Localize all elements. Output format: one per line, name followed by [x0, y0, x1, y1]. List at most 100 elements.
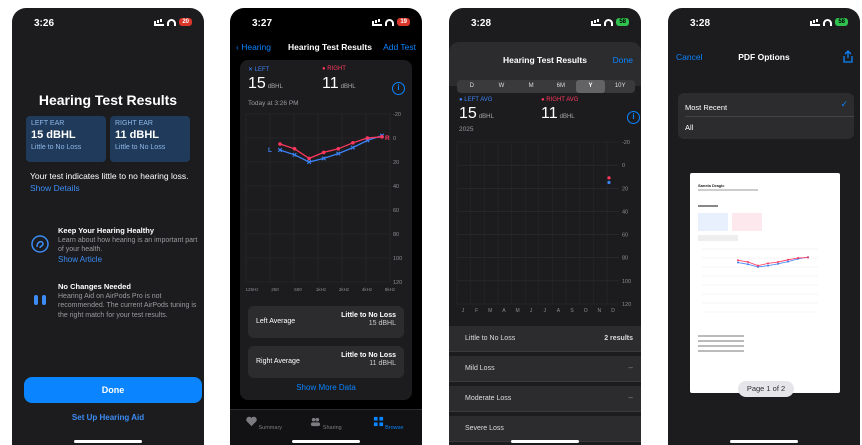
- tab-sharing-label: Sharing: [322, 425, 342, 431]
- y-tick-label: 60: [622, 233, 628, 239]
- summary-text: Your test indicates little to no hearing…: [30, 170, 190, 194]
- category-label: Moderate Loss: [465, 395, 512, 402]
- show-details-link[interactable]: Show Details: [30, 183, 80, 193]
- pdf-audiogram: [702, 248, 818, 313]
- pdf-right-point: [807, 256, 809, 259]
- y-tick-label: 120: [622, 302, 631, 308]
- home-indicator: [511, 440, 579, 443]
- signal-icon: [810, 19, 821, 26]
- range-w[interactable]: W: [487, 80, 517, 93]
- tab-browse[interactable]: Browse: [368, 416, 408, 431]
- status-time: 3:27: [252, 18, 273, 29]
- no-changes-item: No Changes Needed Hearing Aid on AirPods…: [30, 282, 200, 320]
- pdf-right-point: [737, 259, 739, 262]
- nav-bar: ‹ Hearing Hearing Test Results Add Test: [230, 42, 422, 56]
- signal-icon: [372, 19, 383, 26]
- left-average-label: Left Average: [256, 318, 296, 325]
- x-tick-label: 250: [271, 287, 279, 292]
- right-avg-tag: RIGHT AVG: [546, 97, 579, 103]
- add-test-button[interactable]: Add Test: [383, 42, 416, 52]
- history-chart: -20 0 20 40 60 80 100 120 J F M A M J J A S O N D: [456, 140, 631, 314]
- right-ear-point: [292, 147, 297, 151]
- right-tag: RIGHT: [327, 66, 346, 72]
- pdf-left-point: [767, 264, 769, 267]
- right-number: 11: [322, 75, 339, 92]
- left-ear-classification: Little to No Loss: [31, 144, 82, 151]
- right-ear-point: [321, 150, 326, 155]
- right-ear-point: [336, 147, 341, 151]
- pdf-left-point: [737, 261, 739, 264]
- range-d[interactable]: D: [457, 80, 487, 93]
- range-selector: D W M 6M Y 10Y: [457, 80, 635, 93]
- pdf-date-block: [698, 235, 738, 241]
- wifi-icon: [823, 18, 833, 26]
- left-average-class: Little to No Loss: [341, 312, 396, 319]
- pdf-right-point: [747, 261, 749, 264]
- people-icon: [311, 417, 321, 427]
- x-tick-label: 4kHz: [362, 287, 373, 292]
- option-most-recent[interactable]: Most Recent: [685, 103, 727, 112]
- x-tick-label: 2kHz: [339, 287, 350, 292]
- x-tick-label: D: [611, 308, 615, 314]
- info-icon[interactable]: i: [627, 111, 640, 124]
- home-indicator: [292, 440, 360, 443]
- y-tick-label: 80: [393, 232, 399, 238]
- right-avg-unit: dBHL: [559, 114, 575, 120]
- category-row-mild[interactable]: Mild Loss --: [449, 356, 641, 382]
- tab-sharing[interactable]: Sharing: [306, 416, 346, 431]
- status-bar: 3:28 58: [449, 18, 641, 34]
- x-tick-label: 500: [294, 287, 302, 292]
- info-icon[interactable]: i: [392, 82, 405, 95]
- right-ear-point: [365, 136, 370, 140]
- pdf-right-point: [757, 264, 759, 267]
- range-10y[interactable]: 10Y: [605, 80, 635, 93]
- x-tick-label: F: [475, 308, 478, 314]
- left-ear-value: 15 dBHL: [31, 129, 76, 141]
- status-bar: 3:26 20: [12, 18, 204, 34]
- category-row-severe[interactable]: Severe Loss: [449, 416, 641, 442]
- pdf-left-point: [747, 263, 749, 266]
- category-row-little[interactable]: Little to No Loss 2 results: [449, 326, 641, 352]
- right-ear-point: [380, 135, 384, 139]
- left-avg-unit: dBHL: [478, 114, 494, 120]
- show-article-link[interactable]: Show Article: [58, 255, 102, 264]
- left-legend: ✕ LEFT: [248, 67, 270, 73]
- range-m[interactable]: M: [516, 80, 546, 93]
- page-title: Hearing Test Results: [38, 92, 178, 108]
- range-y[interactable]: Y: [575, 80, 606, 93]
- back-button[interactable]: ‹ Hearing: [236, 42, 271, 52]
- y-tick-label: 80: [622, 256, 628, 262]
- left-average-row[interactable]: Left Average Little to No Loss 15 dBHL: [248, 306, 404, 338]
- history-screen: 3:28 58 Hearing Test Results Done D W M …: [449, 8, 641, 445]
- y-tick-label: -20: [393, 112, 401, 118]
- y-tick-label: 20: [393, 160, 399, 166]
- setup-hearing-aid-link[interactable]: Set Up Hearing Aid: [12, 413, 204, 422]
- left-avg-point: [607, 180, 611, 185]
- done-button[interactable]: Done: [24, 377, 202, 403]
- hearing-chart-screen: 3:27 19 ‹ Hearing Hearing Test Results A…: [230, 8, 422, 445]
- tab-browse-label: Browse: [385, 425, 404, 431]
- checkmark-icon: ✓: [840, 99, 848, 109]
- nav-title: Hearing Test Results: [288, 42, 372, 52]
- home-indicator: [730, 440, 798, 443]
- show-more-data-link[interactable]: Show More Data: [230, 383, 422, 392]
- share-icon[interactable]: [842, 50, 854, 65]
- right-average-row[interactable]: Right Average Little to No Loss 11 dBHL: [248, 346, 404, 378]
- y-tick-label: -20: [622, 140, 630, 146]
- pdf-right-point: [767, 262, 769, 265]
- category-row-moderate[interactable]: Moderate Loss --: [449, 386, 641, 412]
- x-tick-label: J: [544, 308, 547, 314]
- tab-summary[interactable]: Summary: [244, 416, 284, 431]
- left-avg-tag: LEFT AVG: [464, 97, 493, 103]
- left-avg-value: 15 dBHL: [459, 105, 494, 123]
- range-6m[interactable]: 6M: [546, 80, 576, 93]
- pdf-preview[interactable]: Sanela Dragic Page 1 of 2: [690, 173, 840, 397]
- no-changes-title: No Changes Needed: [58, 282, 131, 291]
- done-button[interactable]: Done: [613, 55, 633, 65]
- option-all[interactable]: All: [685, 123, 693, 132]
- right-average-label: Right Average: [256, 358, 300, 365]
- left-ear-label: LEFT EAR: [31, 120, 65, 127]
- x-tick-label: J: [530, 308, 533, 314]
- x-tick-label: 1kHz: [316, 287, 327, 292]
- right-unit: dBHL: [340, 84, 356, 90]
